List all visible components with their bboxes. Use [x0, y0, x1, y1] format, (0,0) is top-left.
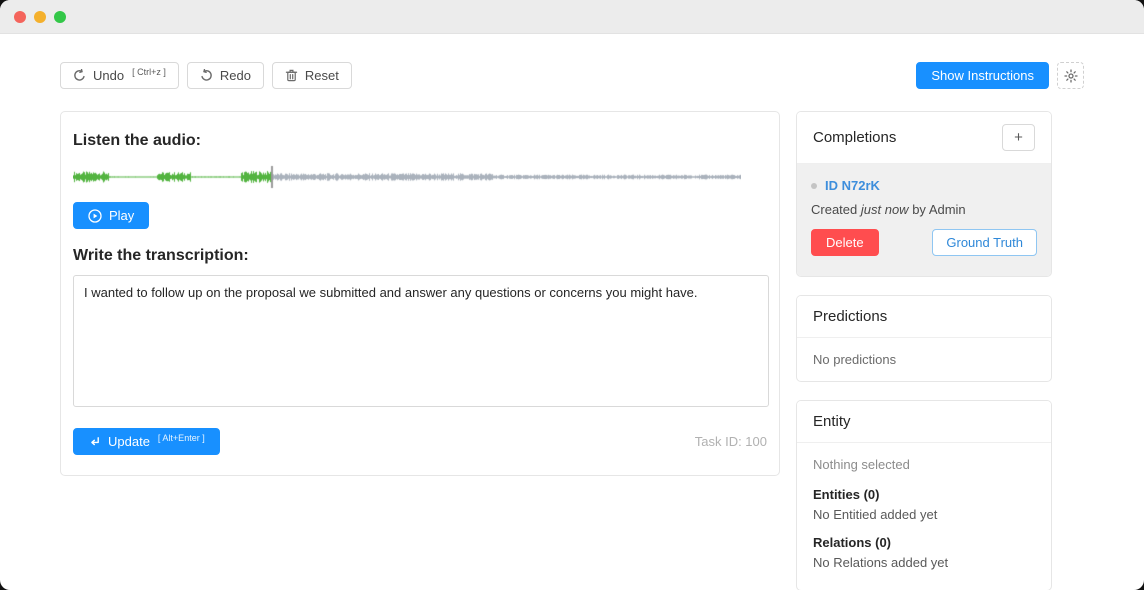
- app-window: Undo [ Ctrl+z ] Redo Reset: [0, 0, 1144, 590]
- add-completion-button[interactable]: +: [1002, 124, 1035, 151]
- created-prefix: Created: [811, 202, 861, 217]
- predictions-empty-label: No predictions: [813, 352, 896, 367]
- undo-hotkey: [ Ctrl+z ]: [132, 67, 166, 77]
- reset-label: Reset: [305, 68, 339, 83]
- completions-panel: Completions + ID N72rK Created just now …: [796, 111, 1052, 277]
- entity-header: Entity: [797, 401, 1051, 443]
- close-window-button[interactable]: [14, 11, 26, 23]
- completions-title: Completions: [813, 129, 896, 146]
- completion-id-row: ID N72rK: [811, 178, 1037, 193]
- entity-body: Nothing selected Entities (0) No Entitie…: [797, 443, 1051, 590]
- completions-header: Completions +: [797, 112, 1051, 164]
- entity-panel: Entity Nothing selected Entities (0) No …: [796, 400, 1052, 590]
- completion-actions: Delete Ground Truth: [811, 229, 1037, 256]
- completion-created-line: Created just now by Admin: [811, 202, 1037, 217]
- relations-empty-label: No Relations added yet: [813, 555, 1035, 570]
- audio-heading: Listen the audio:: [73, 132, 767, 150]
- ground-truth-button[interactable]: Ground Truth: [932, 229, 1037, 256]
- predictions-title: Predictions: [813, 308, 887, 325]
- update-row: Update [ Alt+Enter ] Task ID: 100: [73, 428, 767, 455]
- reset-button[interactable]: Reset: [272, 62, 352, 89]
- update-label: Update: [108, 434, 150, 449]
- task-card: Listen the audio: Play Write the transcr…: [60, 111, 780, 476]
- sidebar: Completions + ID N72rK Created just now …: [796, 111, 1052, 590]
- undo-button[interactable]: Undo [ Ctrl+z ]: [60, 62, 179, 89]
- plus-icon: +: [1014, 129, 1023, 146]
- trash-icon: [285, 69, 298, 82]
- audio-waveform[interactable]: [73, 162, 741, 192]
- toolbar: Undo [ Ctrl+z ] Redo Reset: [60, 62, 1084, 89]
- predictions-body: No predictions: [797, 338, 1051, 381]
- window-titlebar: [0, 0, 1144, 34]
- delete-completion-button[interactable]: Delete: [811, 229, 879, 256]
- update-hotkey: [ Alt+Enter ]: [158, 433, 205, 443]
- transcription-heading: Write the transcription:: [73, 247, 767, 265]
- redo-button[interactable]: Redo: [187, 62, 264, 89]
- update-button[interactable]: Update [ Alt+Enter ]: [73, 428, 220, 455]
- completion-id-link[interactable]: ID N72rK: [825, 178, 880, 193]
- zoom-window-button[interactable]: [54, 11, 66, 23]
- enter-icon: [88, 435, 101, 448]
- play-button[interactable]: Play: [73, 202, 149, 229]
- play-label: Play: [109, 208, 134, 223]
- minimize-window-button[interactable]: [34, 11, 46, 23]
- completion-bullet-icon: [811, 183, 817, 189]
- redo-label: Redo: [220, 68, 251, 83]
- predictions-header: Predictions: [797, 296, 1051, 338]
- gear-icon: [1064, 69, 1078, 83]
- predictions-panel: Predictions No predictions: [796, 295, 1052, 382]
- entities-empty-label: No Entitied added yet: [813, 507, 1035, 522]
- completion-item[interactable]: ID N72rK Created just now by Admin Delet…: [797, 164, 1051, 276]
- entity-nothing-selected: Nothing selected: [813, 457, 1035, 472]
- undo-icon: [73, 69, 86, 82]
- relations-count-header: Relations (0): [813, 535, 1035, 550]
- show-instructions-button[interactable]: Show Instructions: [916, 62, 1049, 89]
- transcription-textarea[interactable]: I wanted to follow up on the proposal we…: [73, 275, 769, 407]
- show-instructions-label: Show Instructions: [931, 68, 1034, 83]
- undo-label: Undo: [93, 68, 124, 83]
- main-area: Listen the audio: Play Write the transcr…: [60, 111, 1084, 590]
- toolbar-settings-group: Show Instructions: [916, 62, 1084, 89]
- created-suffix: by Admin: [909, 202, 966, 217]
- task-id-label: Task ID: 100: [695, 434, 767, 449]
- redo-icon: [200, 69, 213, 82]
- entity-title: Entity: [813, 413, 851, 430]
- entities-count-header: Entities (0): [813, 487, 1035, 502]
- play-icon: [88, 209, 102, 223]
- toolbar-history-group: Undo [ Ctrl+z ] Redo Reset: [60, 62, 352, 89]
- created-time: just now: [861, 202, 909, 217]
- settings-button[interactable]: [1057, 62, 1084, 89]
